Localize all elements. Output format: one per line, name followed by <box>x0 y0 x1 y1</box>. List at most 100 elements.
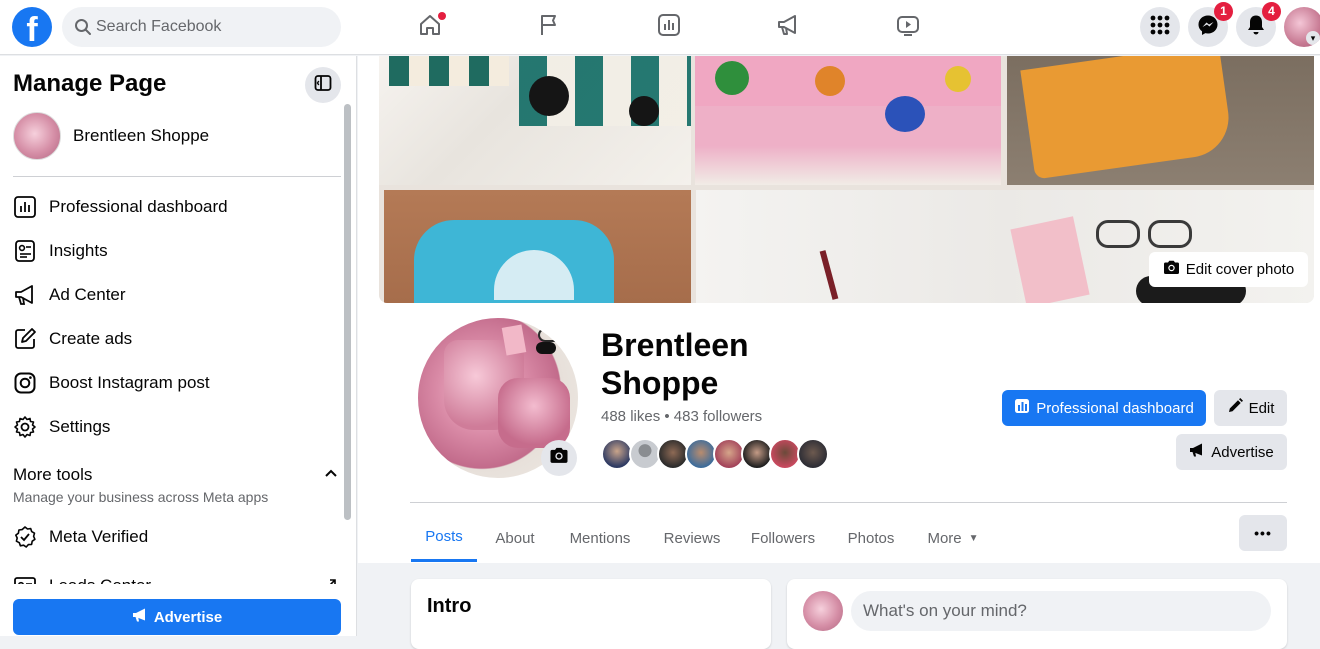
flag-icon <box>536 12 562 43</box>
sidebar-item-leads-center[interactable]: Leads Center <box>0 564 345 584</box>
new-activity-dot <box>438 12 446 20</box>
cover-tile-pink <box>695 56 1001 185</box>
professional-dashboard-label: Professional dashboard <box>1036 399 1194 417</box>
sidebar-item-create-ads[interactable]: Create ads <box>0 317 345 361</box>
sidebar-item-meta-verified[interactable]: Meta Verified <box>0 515 345 559</box>
sidebar-item-leads-center-clip: Leads Center <box>0 564 345 584</box>
tab-mentions[interactable]: Mentions <box>556 514 644 562</box>
edit-label: Edit <box>1248 399 1275 417</box>
page-avatar[interactable] <box>803 591 843 631</box>
facebook-logo[interactable]: f <box>12 7 52 47</box>
search-input[interactable] <box>96 7 331 47</box>
more-tools-subtitle: Manage your business across Meta apps <box>13 489 269 505</box>
manage-page-sidebar: Manage Page Brentleen Shoppe Professiona… <box>0 56 357 636</box>
more-options-button[interactable]: ••• <box>1239 515 1287 551</box>
camera-icon <box>549 447 569 469</box>
sidebar-advertise-button[interactable]: Advertise <box>13 599 341 635</box>
sidebar-item-label: Settings <box>49 417 111 436</box>
tab-label: Photos <box>847 529 895 547</box>
chevron-down-icon: ▾ <box>1306 31 1320 45</box>
sidebar-item-label: Create ads <box>49 329 133 348</box>
advertise-button[interactable]: Advertise <box>1176 434 1287 470</box>
dashboard-icon <box>656 12 682 43</box>
pencil-icon <box>12 326 38 352</box>
tab-label: Posts <box>425 528 463 545</box>
tab-posts[interactable]: Posts <box>411 514 477 562</box>
messenger-badge: 1 <box>1214 2 1233 21</box>
more-tools-heading[interactable]: More tools <box>13 465 92 485</box>
sidebar-title: Manage Page <box>13 70 167 97</box>
post-composer: What's on your mind? <box>787 579 1287 649</box>
profile-header: Edit cover photo Brentleen Shoppe 488 li… <box>358 56 1320 563</box>
nav-video[interactable] <box>852 0 964 55</box>
intro-title: Intro <box>427 595 472 617</box>
sidebar-item-ad-center[interactable]: Ad Center <box>0 273 345 317</box>
caret-down-icon: ▼ <box>968 532 979 544</box>
dashboard-icon <box>12 194 38 220</box>
sidebar-item-label: Ad Center <box>49 285 126 304</box>
menu-button[interactable] <box>1140 7 1180 47</box>
tab-followers[interactable]: Followers <box>740 514 826 562</box>
messenger-button[interactable]: 1 <box>1188 2 1233 47</box>
sidebar-item-insights[interactable]: Insights <box>0 229 345 273</box>
edit-cover-photo-button[interactable]: Edit cover photo <box>1149 252 1308 287</box>
grid-menu-icon <box>1150 15 1170 40</box>
tab-more[interactable]: More ▼ <box>916 514 990 562</box>
nav-pages[interactable] <box>493 0 605 55</box>
nav-ads[interactable] <box>732 0 844 55</box>
tab-label: Reviews <box>663 529 721 547</box>
tab-photos[interactable]: Photos <box>835 514 907 562</box>
camera-icon <box>1163 260 1180 279</box>
advertise-label: Advertise <box>153 608 223 626</box>
insights-icon <box>12 238 38 264</box>
intro-card: Intro <box>411 579 771 649</box>
sidebar-item-label: Leads Center <box>49 576 151 584</box>
megaphone-icon <box>1189 442 1205 462</box>
edit-button[interactable]: Edit <box>1214 390 1287 426</box>
external-link-icon <box>326 576 337 584</box>
sidebar-item-label: Insights <box>49 241 108 260</box>
search-box[interactable] <box>62 7 341 47</box>
sidebar-toggle-icon <box>314 74 332 97</box>
advertise-label: Advertise <box>1211 443 1274 461</box>
tab-label: Mentions <box>569 529 631 547</box>
megaphone-icon <box>775 12 801 43</box>
page-avatar[interactable] <box>13 112 61 160</box>
divider <box>410 502 1287 503</box>
nav-dashboard[interactable] <box>613 0 725 55</box>
instagram-icon <box>12 370 38 396</box>
account-avatar[interactable]: ▾ <box>1284 7 1320 47</box>
notifications-button[interactable]: 4 <box>1236 2 1281 47</box>
sidebar-item-boost-instagram-post[interactable]: Boost Instagram post <box>0 361 345 405</box>
update-profile-picture-button[interactable] <box>541 440 577 476</box>
page-main: Edit cover photo Brentleen Shoppe 488 li… <box>358 56 1320 649</box>
sidebar-scrollbar[interactable] <box>344 104 351 520</box>
tab-reviews[interactable]: Reviews <box>652 514 732 562</box>
chevron-up-icon[interactable] <box>325 464 337 480</box>
dashboard-icon <box>1014 398 1030 418</box>
cover-tile-orange <box>1007 56 1314 185</box>
sidebar-item-label: Meta Verified <box>49 527 149 546</box>
pencil-icon <box>1227 398 1243 418</box>
sidebar-item-label: Professional dashboard <box>49 197 228 216</box>
avatar[interactable] <box>797 438 829 470</box>
bell-icon <box>1246 14 1266 41</box>
megaphone-icon <box>12 282 38 308</box>
composer-input[interactable]: What's on your mind? <box>851 591 1271 631</box>
cover-photo[interactable]: Edit cover photo <box>379 56 1314 303</box>
sidebar-item-professional-dashboard[interactable]: Professional dashboard <box>0 185 345 229</box>
divider <box>13 176 341 177</box>
search-icon <box>74 18 92 41</box>
professional-dashboard-button[interactable]: Professional dashboard <box>1002 390 1206 426</box>
page-name[interactable]: Brentleen Shoppe <box>73 126 209 146</box>
megaphone-icon <box>132 607 148 627</box>
sidebar-item-label: Boost Instagram post <box>49 373 210 392</box>
sidebar-item-settings[interactable]: Settings <box>0 405 345 449</box>
likes-followers-count[interactable]: 488 likes • 483 followers <box>601 408 762 425</box>
gear-icon <box>12 414 38 440</box>
page-title: Brentleen Shoppe <box>601 327 749 401</box>
collapse-sidebar-button[interactable] <box>305 67 341 103</box>
tab-about[interactable]: About <box>482 514 548 562</box>
verified-badge-icon <box>12 524 38 550</box>
nav-home[interactable] <box>374 0 486 55</box>
